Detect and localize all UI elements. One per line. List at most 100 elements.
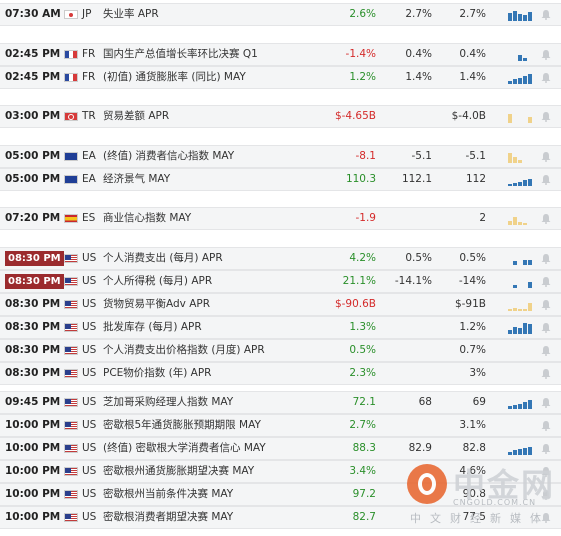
alert-bell-icon[interactable] [541, 489, 551, 500]
history-sparkline[interactable] [508, 72, 534, 84]
history-sparkline[interactable] [508, 466, 534, 478]
calendar-row[interactable]: 05:00 PM EA (终值) 消费者信心指数 MAY -8.1 -5.1 -5.1 [0, 145, 561, 168]
history-sparkline[interactable] [508, 174, 534, 186]
history-sparkline[interactable] [508, 368, 534, 380]
actual-value: -1.9 [355, 212, 377, 224]
alert-bell-icon[interactable] [541, 72, 551, 83]
forecast-value: -14.1% [394, 275, 432, 287]
history-sparkline[interactable] [508, 111, 534, 123]
alert-bell-icon[interactable] [541, 174, 551, 185]
actual-value: 2.3% [349, 367, 376, 379]
event-name[interactable]: 经济景气 MAY [103, 168, 170, 191]
country-flag-icon [64, 112, 78, 121]
previous-value: 1.4% [459, 71, 486, 83]
spark-bar [513, 308, 517, 311]
spark-bar [518, 309, 522, 311]
calendar-row[interactable]: 10:00 PM US 密歇根州通货膨胀期望决赛 MAY 3.4% 4.6% [0, 460, 561, 483]
event-name[interactable]: 商业信心指数 MAY [103, 207, 191, 230]
history-sparkline[interactable] [508, 345, 534, 357]
alert-bell-icon[interactable] [541, 9, 551, 20]
forecast-value [392, 362, 432, 385]
alert-bell-icon[interactable] [541, 420, 551, 431]
alert-bell-icon[interactable] [541, 466, 551, 477]
alert-bell-icon[interactable] [541, 397, 551, 408]
history-sparkline[interactable] [508, 443, 534, 455]
event-time: 08:30 PM [5, 367, 61, 379]
event-time: 08:30 PM [5, 344, 61, 356]
previous-value: -5.1 [465, 150, 487, 162]
event-time: 10:00 PM [5, 442, 61, 454]
previous-value: 0.7% [459, 344, 486, 356]
calendar-row[interactable]: 10:00 PM US 密歇根消费者期望决赛 MAY 82.7 77.5 [0, 506, 561, 529]
actual-value: 2.6% [349, 8, 376, 20]
history-sparkline[interactable] [508, 253, 534, 265]
event-name[interactable]: (初值) 通货膨胀率 (同比) MAY [103, 66, 246, 89]
history-sparkline[interactable] [508, 276, 534, 288]
event-name[interactable]: (终值) 消费者信心指数 MAY [103, 145, 234, 168]
event-name[interactable]: 芝加哥采购经理人指数 MAY [103, 391, 233, 414]
history-sparkline[interactable] [508, 489, 534, 501]
calendar-row[interactable]: 10:00 PM US 密歇根5年通货膨胀预期期限 MAY 2.7% 3.1% [0, 414, 561, 437]
spark-bar [513, 79, 517, 84]
spark-bar [508, 309, 512, 311]
country-code: US [82, 367, 97, 379]
calendar-row[interactable]: 03:00 PM TR 贸易差额 APR $-4.65B $-4.0B [0, 105, 561, 128]
calendar-row[interactable]: 08:30 PM US 个人消费支出价格指数 (月度) APR 0.5% 0.7% [0, 339, 561, 362]
calendar-row[interactable]: 10:00 PM US (终值) 密歇根大学消费者信心 MAY 88.3 82.9 82.… [0, 437, 561, 460]
alert-bell-icon[interactable] [541, 299, 551, 310]
event-time: 09:45 PM [5, 396, 61, 408]
event-name[interactable]: 密歇根州当前条件决赛 MAY [103, 483, 233, 506]
alert-bell-icon[interactable] [541, 213, 551, 224]
alert-bell-icon[interactable] [541, 512, 551, 523]
event-time: 10:00 PM [5, 511, 61, 523]
alert-bell-icon[interactable] [541, 345, 551, 356]
calendar-row[interactable]: 08:30 PM US 个人所得税 (每月) APR 21.1% -14.1% -14% [0, 270, 561, 293]
alert-bell-icon[interactable] [541, 253, 551, 264]
calendar-row[interactable]: 07:30 AM JP 失业率 APR 2.6% 2.7% 2.7% [0, 3, 561, 26]
calendar-row[interactable]: 10:00 PM US 密歇根州当前条件决赛 MAY 97.2 90.8 [0, 483, 561, 506]
history-sparkline[interactable] [508, 397, 534, 409]
calendar-row[interactable]: 05:00 PM EA 经济景气 MAY 110.3 112.1 112 [0, 168, 561, 191]
event-name[interactable]: 个人所得税 (每月) APR [103, 270, 212, 293]
event-name[interactable]: PCE物价指数 (年) APR [103, 362, 211, 385]
history-sparkline[interactable] [508, 322, 534, 334]
calendar-row[interactable]: 08:30 PM US 个人消费支出 (每月) APR 4.2% 0.5% 0.5% [0, 247, 561, 270]
event-name[interactable]: 密歇根州通货膨胀期望决赛 MAY [103, 460, 254, 483]
calendar-row[interactable]: 08:30 PM US 批发库存 (每月) APR 1.3% 1.2% [0, 316, 561, 339]
spark-bar [508, 13, 512, 21]
history-sparkline[interactable] [508, 512, 534, 524]
event-name[interactable]: 个人消费支出价格指数 (月度) APR [103, 339, 265, 362]
actual-value: 0.5% [349, 344, 376, 356]
event-name[interactable]: (终值) 密歇根大学消费者信心 MAY [103, 437, 266, 460]
event-name[interactable]: 批发库存 (每月) APR [103, 316, 202, 339]
alert-bell-icon[interactable] [541, 111, 551, 122]
alert-bell-icon[interactable] [541, 49, 551, 60]
event-name[interactable]: 货物贸易平衡Adv APR [103, 293, 210, 316]
calendar-row[interactable]: 09:45 PM US 芝加哥采购经理人指数 MAY 72.1 68 69 [0, 391, 561, 414]
calendar-row[interactable]: 08:30 PM US PCE物价指数 (年) APR 2.3% 3% [0, 362, 561, 385]
event-name[interactable]: 密歇根消费者期望决赛 MAY [103, 506, 233, 529]
calendar-row[interactable]: 07:20 PM ES 商业信心指数 MAY -1.9 2 [0, 207, 561, 230]
alert-bell-icon[interactable] [541, 322, 551, 333]
event-name[interactable]: 个人消费支出 (每月) APR [103, 247, 223, 270]
calendar-row[interactable]: 08:30 PM US 货物贸易平衡Adv APR $-90.6B $-91B [0, 293, 561, 316]
alert-bell-icon[interactable] [541, 368, 551, 379]
history-sparkline[interactable] [508, 9, 534, 21]
history-sparkline[interactable] [508, 420, 534, 432]
event-name[interactable]: 国内生产总值增长率环比决赛 Q1 [103, 43, 258, 66]
alert-bell-icon[interactable] [541, 276, 551, 287]
calendar-row[interactable]: 02:45 PM FR 国内生产总值增长率环比决赛 Q1 -1.4% 0.4% 0.4% [0, 43, 561, 66]
history-sparkline[interactable] [508, 213, 534, 225]
history-sparkline[interactable] [508, 151, 534, 163]
event-name[interactable]: 贸易差额 APR [103, 105, 169, 128]
event-name[interactable]: 密歇根5年通货膨胀预期期限 MAY [103, 414, 261, 437]
history-sparkline[interactable] [508, 299, 534, 311]
calendar-row[interactable]: 02:45 PM FR (初值) 通货膨胀率 (同比) MAY 1.2% 1.4% 1.4… [0, 66, 561, 89]
alert-bell-icon[interactable] [541, 151, 551, 162]
alert-bell-icon[interactable] [541, 443, 551, 454]
previous-value: 3.1% [459, 419, 486, 431]
event-name[interactable]: 失业率 APR [103, 3, 159, 26]
history-sparkline[interactable] [508, 49, 534, 61]
country-code: US [82, 465, 97, 477]
previous-value: 90.8 [462, 488, 486, 500]
